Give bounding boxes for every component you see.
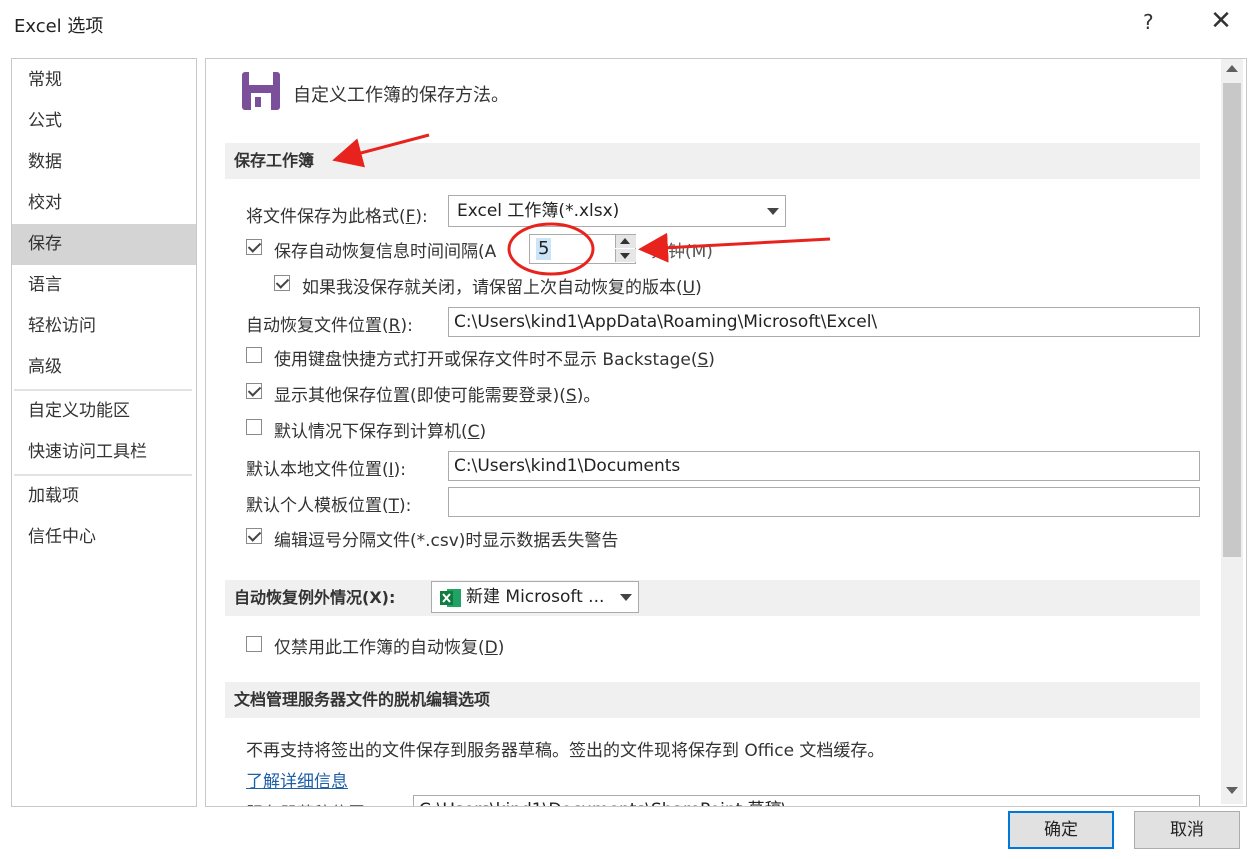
nav-item-general[interactable]: 常规 (12, 60, 196, 101)
scroll-up-icon[interactable] (1226, 65, 1238, 72)
close-button[interactable]: ✕ (1208, 6, 1234, 36)
nav-item-proofing[interactable]: 校对 (12, 183, 196, 224)
nav-item-quick-access-toolbar[interactable]: 快速访问工具栏 (12, 432, 196, 473)
nav-item-data[interactable]: 数据 (12, 142, 196, 183)
nav-item-trust-center[interactable]: 信任中心 (12, 517, 196, 558)
scrollbar-thumb[interactable] (1223, 83, 1241, 557)
nav-item-language[interactable]: 语言 (12, 265, 196, 306)
dialog-title: Excel 选项 (14, 16, 104, 37)
annotation-overlay (332, 133, 831, 276)
help-button[interactable]: ? (1143, 10, 1154, 34)
nav-item-add-ins[interactable]: 加载项 (12, 476, 196, 517)
nav-item-customize-ribbon[interactable]: 自定义功能区 (12, 391, 196, 432)
content-scrollbar[interactable] (1221, 59, 1243, 804)
nav-item-accessibility[interactable]: 轻松访问 (12, 306, 196, 347)
annotation-arrow (332, 133, 430, 168)
options-content-panel: 自定义工作簿的保存方法。 保存工作簿 将文件保存为此格式(F): Excel 工… (205, 58, 1247, 807)
nav-item-advanced[interactable]: 高级 (12, 347, 196, 388)
scroll-down-icon[interactable] (1226, 787, 1238, 794)
nav-item-save[interactable]: 保存 (12, 224, 196, 265)
options-nav: 常规 公式 数据 校对 保存 语言 轻松访问 高级 自定义功能区 快速访问工具栏… (11, 58, 197, 807)
cancel-button[interactable]: 取消 (1134, 811, 1240, 849)
nav-item-formulas[interactable]: 公式 (12, 101, 196, 142)
ok-button[interactable]: 确定 (1008, 811, 1114, 849)
annotation-circle (507, 222, 595, 276)
annotation-arrow (638, 232, 831, 263)
